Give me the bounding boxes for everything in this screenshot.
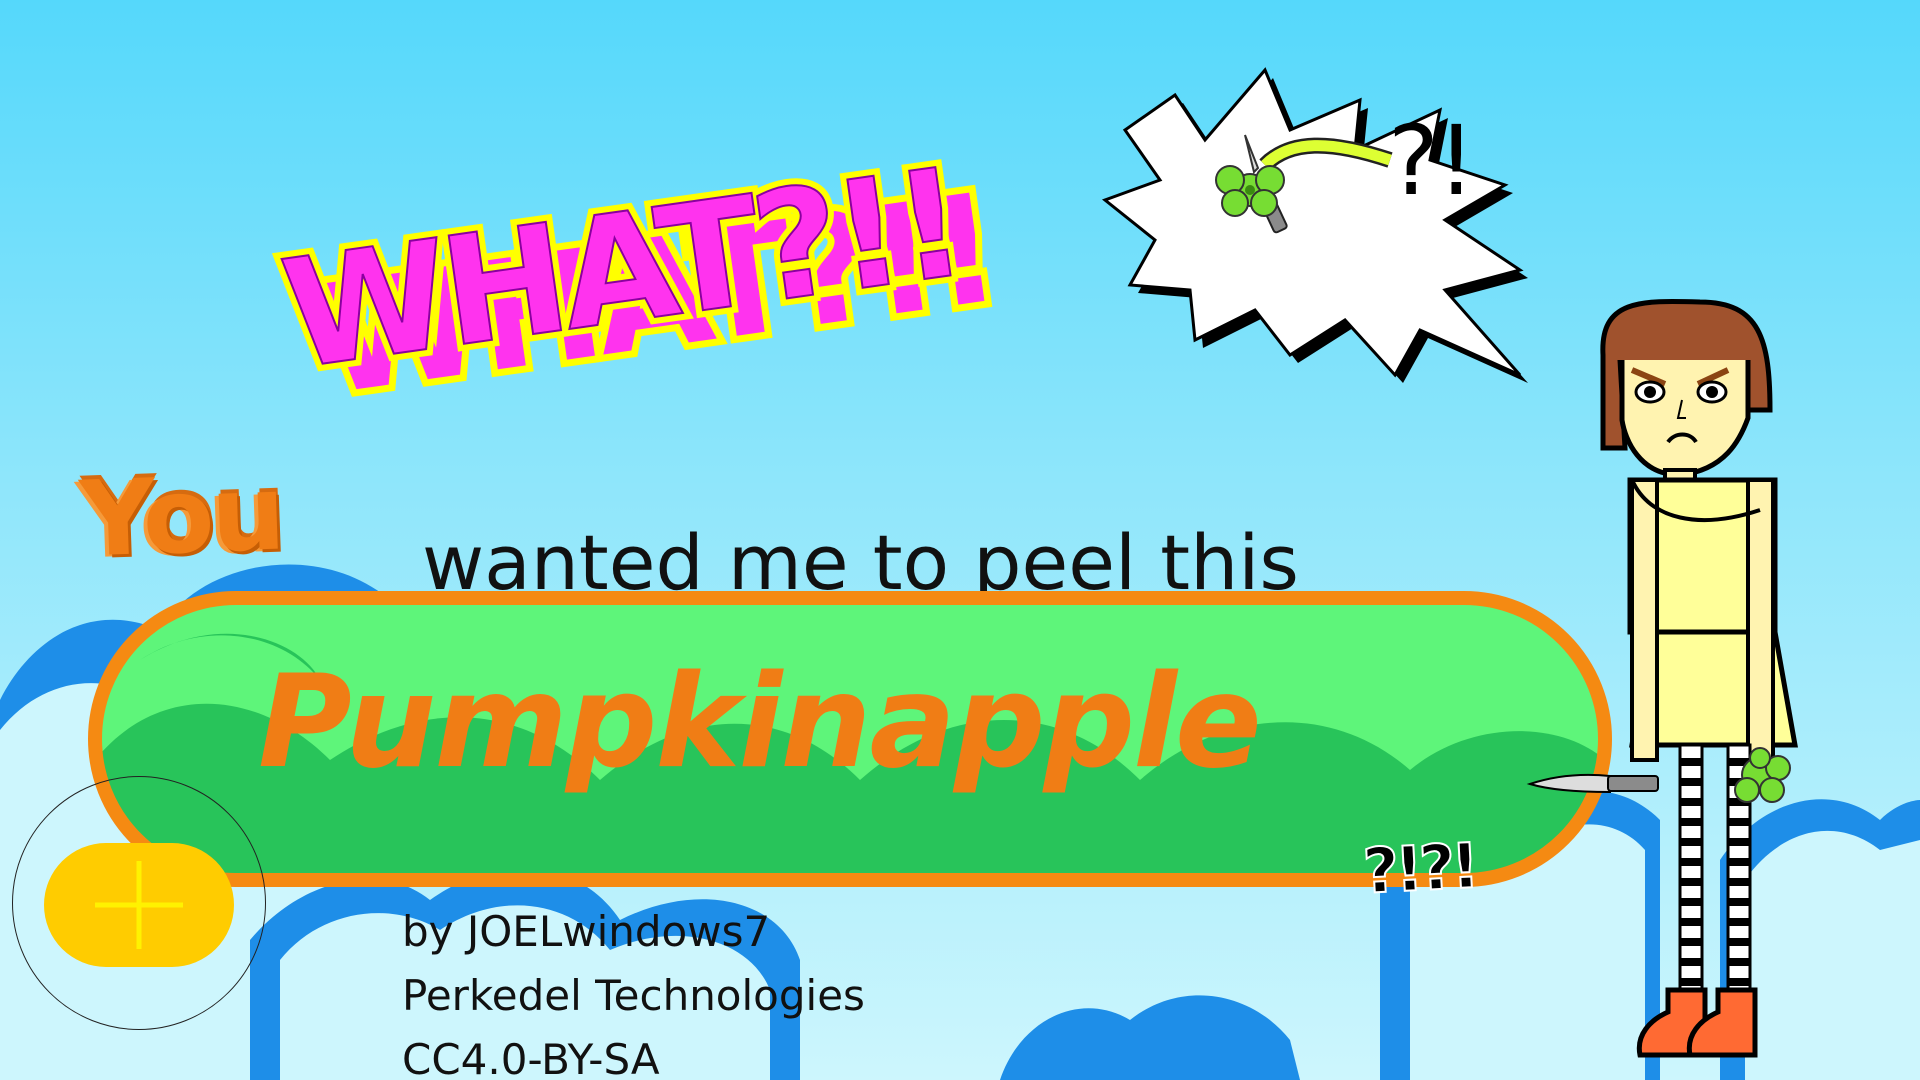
title-screen: WHAT?!! WHAT?!! WHAT?!! ?! You wanted me… [0, 0, 1920, 1080]
knife-icon [1526, 773, 1659, 794]
angry-girl-character [1526, 298, 1798, 1058]
